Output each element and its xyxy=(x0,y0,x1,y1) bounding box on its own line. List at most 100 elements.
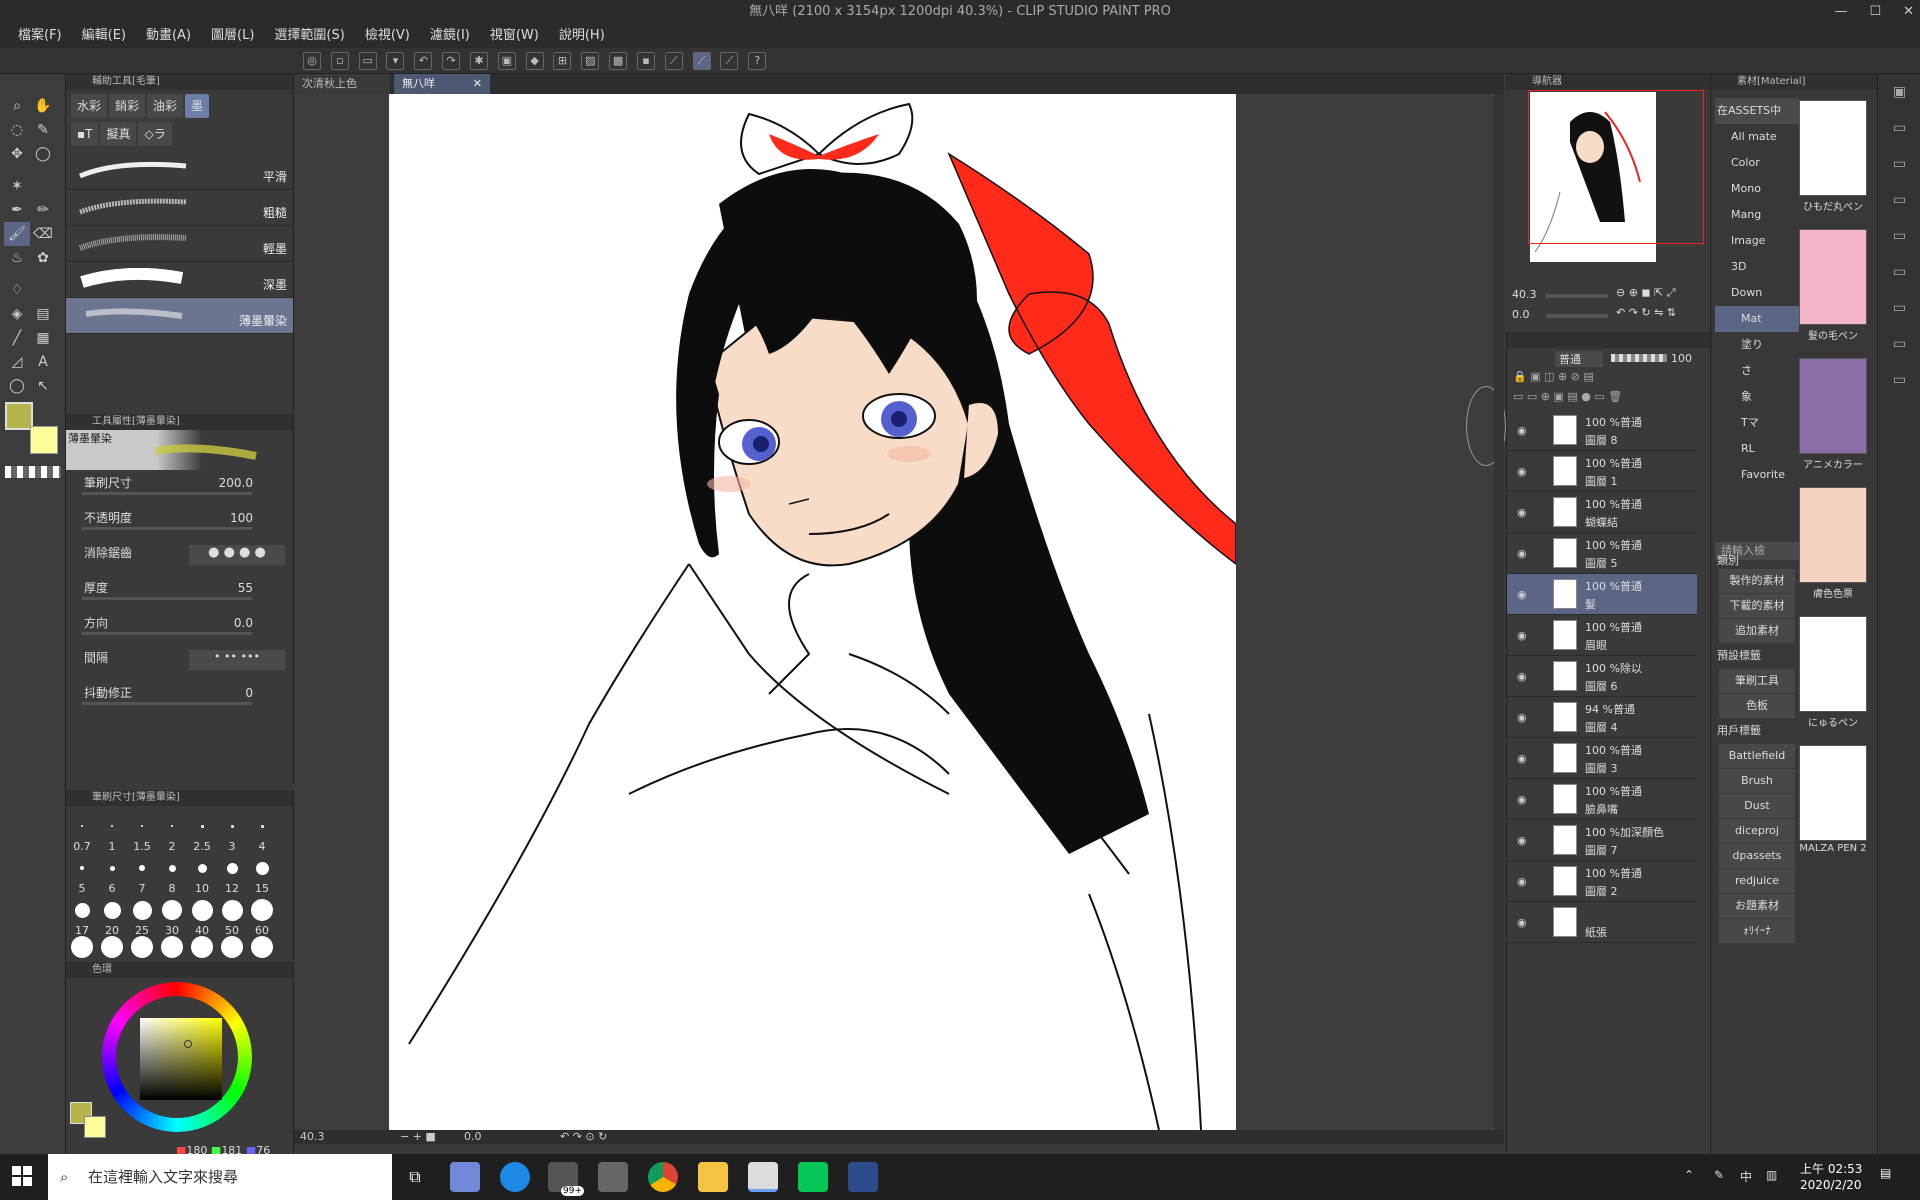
eye-icon[interactable]: ◉ xyxy=(1517,834,1527,847)
property-brush-size[interactable]: 筆刷尺寸 200.0 xyxy=(66,470,293,505)
brush-item-selected[interactable]: 薄墨暈染 xyxy=(66,298,293,334)
antialias-options[interactable]: ● ● ● ● xyxy=(189,545,285,565)
select-tool-icon[interactable]: ◌ xyxy=(4,118,30,142)
rotate-controls[interactable]: ↶ ↷ ⊙ ↻ xyxy=(560,1130,607,1144)
eye-icon[interactable]: ◉ xyxy=(1517,916,1527,929)
material-tag[interactable]: 下載的素材 xyxy=(1719,594,1795,618)
opacity-slider[interactable] xyxy=(82,527,252,530)
subtool-tab-text[interactable]: ▪T xyxy=(71,122,99,146)
move-tool-icon[interactable]: ✥ xyxy=(4,142,30,166)
zoom-value[interactable]: 40.3 xyxy=(300,1130,325,1144)
brush-item[interactable]: 深墨 xyxy=(66,262,293,298)
layer-row[interactable]: ◉ 100 %普通 圖層 2 xyxy=(1507,861,1697,902)
navigator-viewport-frame[interactable] xyxy=(1528,90,1704,244)
material-tree-item[interactable]: RL xyxy=(1715,436,1799,462)
brush-size-dot[interactable] xyxy=(109,865,115,871)
navigator-angle-slider[interactable] xyxy=(1546,314,1608,318)
material-tree-item[interactable]: Mono xyxy=(1715,176,1799,202)
eraser-tool-icon[interactable]: ⌫ xyxy=(30,222,56,246)
brush-size-dot[interactable] xyxy=(103,901,121,919)
store-icon[interactable]: 99+ xyxy=(548,1162,584,1196)
new-file-icon[interactable]: ▫ xyxy=(330,52,349,70)
layer-row[interactable]: ◉ 94 %普通 圖層 4 xyxy=(1507,697,1697,738)
brush-item[interactable]: 輕墨 xyxy=(66,226,293,262)
tab-document-active[interactable]: 無八咩 ✕ xyxy=(394,74,490,94)
brush-size-dot[interactable] xyxy=(162,900,182,920)
eye-icon[interactable]: ◉ xyxy=(1517,465,1527,478)
brush-size-dot[interactable] xyxy=(251,936,273,958)
material-tree-item[interactable]: Down xyxy=(1715,280,1799,306)
lasso-tool-icon[interactable]: ◯ xyxy=(30,142,56,166)
menu-file[interactable]: 檔案(F) xyxy=(8,24,72,48)
zoom-controls[interactable]: − + ■ xyxy=(400,1130,436,1144)
eye-icon[interactable]: ◉ xyxy=(1517,875,1527,888)
brush-size-dot[interactable] xyxy=(191,899,213,921)
material-tag[interactable]: 製作的素材 xyxy=(1719,569,1795,593)
property-direction[interactable]: 方向 0.0 xyxy=(66,610,293,645)
subtool-tab-other[interactable]: ◇ラ xyxy=(138,122,172,146)
wand-tool-icon[interactable]: ✶ xyxy=(4,174,30,198)
open-file-icon[interactable]: ▭ xyxy=(358,52,377,70)
brush-size-dot[interactable] xyxy=(226,862,238,874)
navigator-angle[interactable]: 0.0 xyxy=(1512,308,1530,321)
material-tree-item[interactable]: Image xyxy=(1715,228,1799,254)
property-value[interactable]: 0.0 xyxy=(234,616,253,630)
material-tag[interactable]: 筆刷工具 xyxy=(1719,669,1795,693)
brush-size-dot[interactable] xyxy=(221,899,243,921)
material-item[interactable]: にゅるペン xyxy=(1797,616,1869,743)
subtool-tab-realistic[interactable]: 擬真 xyxy=(100,122,137,146)
clip-studio-taskbar-icon[interactable] xyxy=(748,1162,778,1192)
layer-blend-select[interactable]: 普通 xyxy=(1555,351,1603,367)
figure-tool-icon[interactable]: ╱ xyxy=(4,326,30,350)
material-side-icons[interactable]: ▣ ▭ ▭ ▭ ▭ ▭ ▭ ▭ ▭ xyxy=(1878,74,1920,398)
drawing-canvas[interactable] xyxy=(389,94,1236,1130)
material-tree-item[interactable]: Color xyxy=(1715,150,1799,176)
brush-size-dot[interactable] xyxy=(161,936,183,958)
clip-studio-app-icon[interactable] xyxy=(848,1162,878,1192)
menu-window[interactable]: 視窗(W) xyxy=(480,24,549,48)
clock-time[interactable]: 上午 02:53 xyxy=(1800,1160,1862,1177)
material-tree-item[interactable]: Tマ xyxy=(1715,410,1799,436)
layer-row[interactable]: ◉ 100 %除以 圖層 6 xyxy=(1507,656,1697,697)
material-tag[interactable]: redjuice xyxy=(1719,869,1795,893)
brush-size-dot[interactable] xyxy=(71,936,93,958)
direction-slider[interactable] xyxy=(82,632,252,635)
brush-size-dot[interactable] xyxy=(251,899,273,921)
navigator-zoom-buttons[interactable]: ⊖ ⊕ ◼ ⇱ ⤢ xyxy=(1616,286,1676,300)
tab-document[interactable]: 次清秋上色 xyxy=(294,74,390,94)
brush-size-dot[interactable] xyxy=(221,936,243,958)
brush-size-dot[interactable] xyxy=(101,936,123,958)
eye-icon[interactable]: ◉ xyxy=(1517,711,1527,724)
eyedropper-tool-icon[interactable]: ✎ xyxy=(30,118,56,142)
brush-item[interactable]: 平滑 xyxy=(66,154,293,190)
layer-row[interactable]: ◉ 紙張 xyxy=(1507,902,1697,943)
redo-icon[interactable]: ↷ xyxy=(442,52,461,70)
eye-icon[interactable]: ◉ xyxy=(1517,547,1527,560)
crop-icon[interactable]: ▪ xyxy=(636,52,655,70)
material-tree-item[interactable]: Mat xyxy=(1715,306,1799,332)
clock-date[interactable]: 2020/2/20 xyxy=(1800,1178,1862,1192)
menu-view[interactable]: 檢視(V) xyxy=(355,24,420,48)
eye-icon[interactable]: ◉ xyxy=(1517,424,1527,437)
property-opacity[interactable]: 不透明度 100 xyxy=(66,505,293,540)
layer-lock-toolbar[interactable]: 🔒 ▣ ◫ ⊕ ⊘ ▤ xyxy=(1507,370,1710,390)
property-value[interactable]: 100 xyxy=(230,511,253,525)
material-item[interactable]: MALZA PEN 2 xyxy=(1797,745,1869,872)
layer-row[interactable]: ◉ 100 %普通 圖層 3 xyxy=(1507,738,1697,779)
tray-up-arrow-icon[interactable]: ⌃ xyxy=(1684,1168,1694,1182)
network-icon[interactable]: ▥ xyxy=(1766,1168,1777,1182)
material-tag[interactable]: 追加素材 xyxy=(1719,619,1795,643)
material-tree-item[interactable]: 象 xyxy=(1715,384,1799,410)
close-button[interactable]: ✕ xyxy=(1903,0,1914,24)
brush-item[interactable]: 粗糙 xyxy=(66,190,293,226)
loading-icon[interactable]: ✱ xyxy=(469,52,488,70)
subtool-tab-watercolor[interactable]: 水彩 xyxy=(71,94,108,118)
brush-size-dot[interactable] xyxy=(132,900,152,920)
mask-icon[interactable]: ▩ xyxy=(609,52,628,70)
material-tag[interactable]: Brush xyxy=(1719,769,1795,793)
menu-select[interactable]: 選擇範圍(S) xyxy=(264,24,354,48)
angle-value[interactable]: 0.0 xyxy=(464,1130,482,1144)
stabilization-slider[interactable] xyxy=(82,702,252,705)
brush-size-dot[interactable] xyxy=(168,864,176,872)
save-icon[interactable]: ▾ xyxy=(386,52,405,70)
